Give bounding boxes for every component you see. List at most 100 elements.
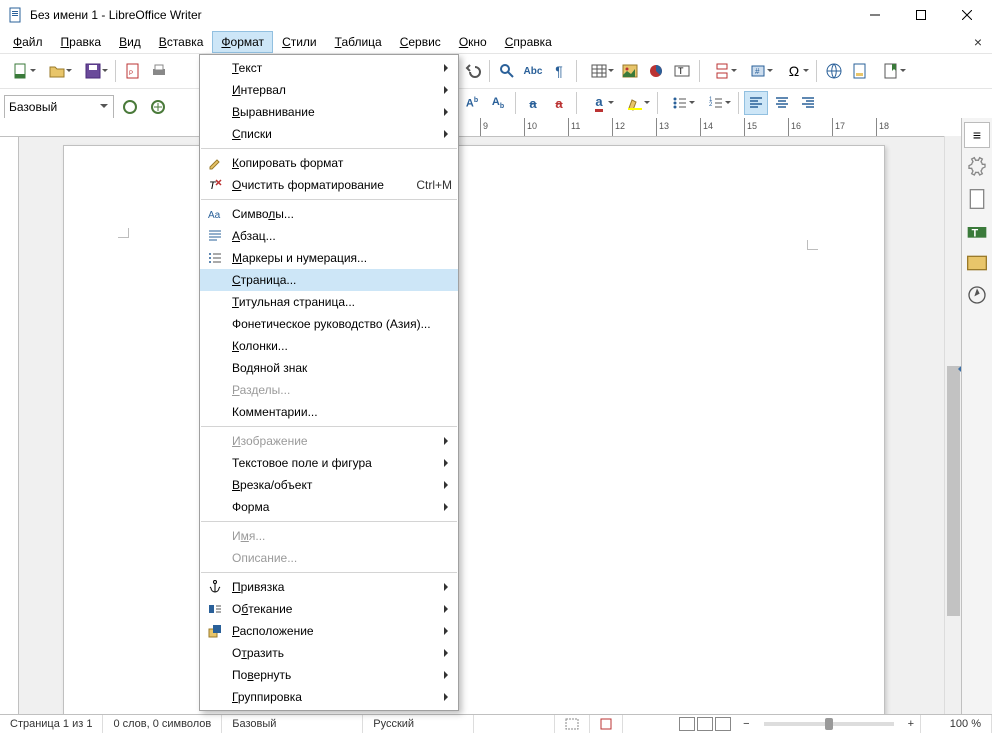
special-char-button[interactable]: Ω [777,59,811,83]
close-document-button[interactable]: × [974,34,982,50]
menu-item-комментарии[interactable]: Комментарии... [200,401,458,423]
menu-item-врезкаобъект[interactable]: Врезка/объект [200,474,458,496]
formatting-marks-button[interactable]: ¶ [547,59,571,83]
maximize-button[interactable] [898,0,944,30]
chart-button[interactable] [644,59,668,83]
menu-item-выравнивание[interactable]: Выравнивание [200,101,458,123]
strikethrough2-button[interactable]: a [547,91,571,115]
menu-правка[interactable]: Правка [52,31,111,53]
status-style[interactable]: Базовый [222,715,363,733]
menu-файл[interactable]: Файл [4,31,52,53]
strikethrough-button[interactable]: a [521,91,545,115]
print-button[interactable] [147,59,171,83]
font-color-button[interactable]: a [582,91,616,115]
table-button[interactable] [582,59,616,83]
field-button[interactable]: # [741,59,775,83]
paragraph-style-combo[interactable]: Базовый [4,95,114,119]
find-button[interactable] [495,59,519,83]
vertical-ruler[interactable] [0,137,19,715]
menu-item-расположение[interactable]: Расположение [200,620,458,642]
zoom-out-button[interactable]: − [737,718,755,730]
menu-icon: ≡ [973,128,981,142]
highlight-button[interactable] [618,91,652,115]
menu-вид[interactable]: Вид [110,31,150,53]
export-pdf-button[interactable]: P [121,59,145,83]
menu-item-колонки[interactable]: Колонки... [200,335,458,357]
minimize-button[interactable] [852,0,898,30]
status-view-icons[interactable] [673,717,737,731]
hyperlink-button[interactable] [822,59,846,83]
image-button[interactable] [618,59,642,83]
status-language[interactable]: Русский [363,715,474,733]
menu-item-маркерыинумерация[interactable]: Маркеры и нумерация... [200,247,458,269]
menu-формат[interactable]: Формат [212,31,273,53]
menu-вставка[interactable]: Вставка [150,31,213,53]
menu-item-отразить[interactable]: Отразить [200,642,458,664]
menu-item-привязка[interactable]: Привязка [200,576,458,598]
svg-text:T: T [972,227,979,239]
status-page[interactable]: Страница 1 из 1 [0,715,103,733]
status-zoom[interactable]: 100 % [920,715,992,733]
zoom-in-button[interactable]: + [902,718,920,730]
menu-item-страница[interactable]: Страница... [200,269,458,291]
sidebar-properties-button[interactable] [964,154,990,180]
menu-item-фонетическоеруководствоазия[interactable]: Фонетическое руководство (Азия)... [200,313,458,335]
menu-таблица[interactable]: Таблица [326,31,391,53]
sidebar-page-button[interactable] [964,186,990,212]
align-right-button[interactable] [796,91,820,115]
menu-окно[interactable]: Окно [450,31,496,53]
new-button[interactable] [4,59,38,83]
align-left-button[interactable] [744,91,768,115]
scrollbar-thumb[interactable] [947,366,960,616]
menu-стили[interactable]: Стили [273,31,326,53]
menu-item-очиститьформатирование[interactable]: TОчистить форматированиеCtrl+M [200,174,458,196]
spellcheck-button[interactable]: Abc [521,59,545,83]
menu-item-водянойзнак[interactable]: Водяной знак [200,357,458,379]
sidebar-styles-button[interactable]: T [964,218,990,244]
save-button[interactable] [76,59,110,83]
menu-item-группировка[interactable]: Группировка [200,686,458,708]
textbox-button[interactable]: T [670,59,694,83]
open-button[interactable] [40,59,74,83]
menu-item-символы[interactable]: AaСимволы... [200,203,458,225]
menu-сервис[interactable]: Сервис [391,31,450,53]
bullet-list-button[interactable] [663,91,697,115]
sidebar-navigator-button[interactable] [964,282,990,308]
bookmark-button[interactable] [874,59,908,83]
status-signature[interactable] [590,715,623,733]
number-list-button[interactable]: 12 [699,91,733,115]
menu-item-форма[interactable]: Форма [200,496,458,518]
sidebar-gallery-button[interactable] [964,250,990,276]
align-center-button[interactable] [770,91,794,115]
subscript-button[interactable]: Ab [486,91,510,115]
document-page[interactable] [63,145,885,715]
sidebar-settings-button[interactable]: ≡ [964,122,990,148]
window-title: Без имени 1 - LibreOffice Writer [30,8,852,22]
horizontal-ruler[interactable]: 9101112131415161718 [0,118,962,137]
workspace: 9101112131415161718 [0,118,962,715]
menu-item-повернуть[interactable]: Повернуть [200,664,458,686]
update-style-button[interactable] [118,95,142,119]
menu-item-списки[interactable]: Списки [200,123,458,145]
menu-item-текстовоеполеифигура[interactable]: Текстовое поле и фигура [200,452,458,474]
page-break-button[interactable] [705,59,739,83]
menu-item-абзац[interactable]: Абзац... [200,225,458,247]
menu-item-текст[interactable]: Текст [200,57,458,79]
status-insert-mode[interactable] [474,715,555,733]
footnote-button[interactable] [848,59,872,83]
close-button[interactable] [944,0,990,30]
status-selection-mode[interactable] [555,715,590,733]
new-style-button[interactable] [146,95,170,119]
superscript-button[interactable]: Ab [460,91,484,115]
menu-справка[interactable]: Справка [496,31,561,53]
menu-item-копироватьформат[interactable]: Копировать формат [200,152,458,174]
status-words[interactable]: 0 слов, 0 символов [103,715,222,733]
page-container[interactable] [19,137,962,715]
menu-item-обтекание[interactable]: Обтекание [200,598,458,620]
menu-item-интервал[interactable]: Интервал [200,79,458,101]
undo-button[interactable] [460,59,484,83]
menu-item-титульнаястраница[interactable]: Титульная страница... [200,291,458,313]
vertical-scrollbar[interactable] [944,136,962,715]
svg-text:Aa: Aa [208,210,221,221]
zoom-slider[interactable] [764,722,894,726]
